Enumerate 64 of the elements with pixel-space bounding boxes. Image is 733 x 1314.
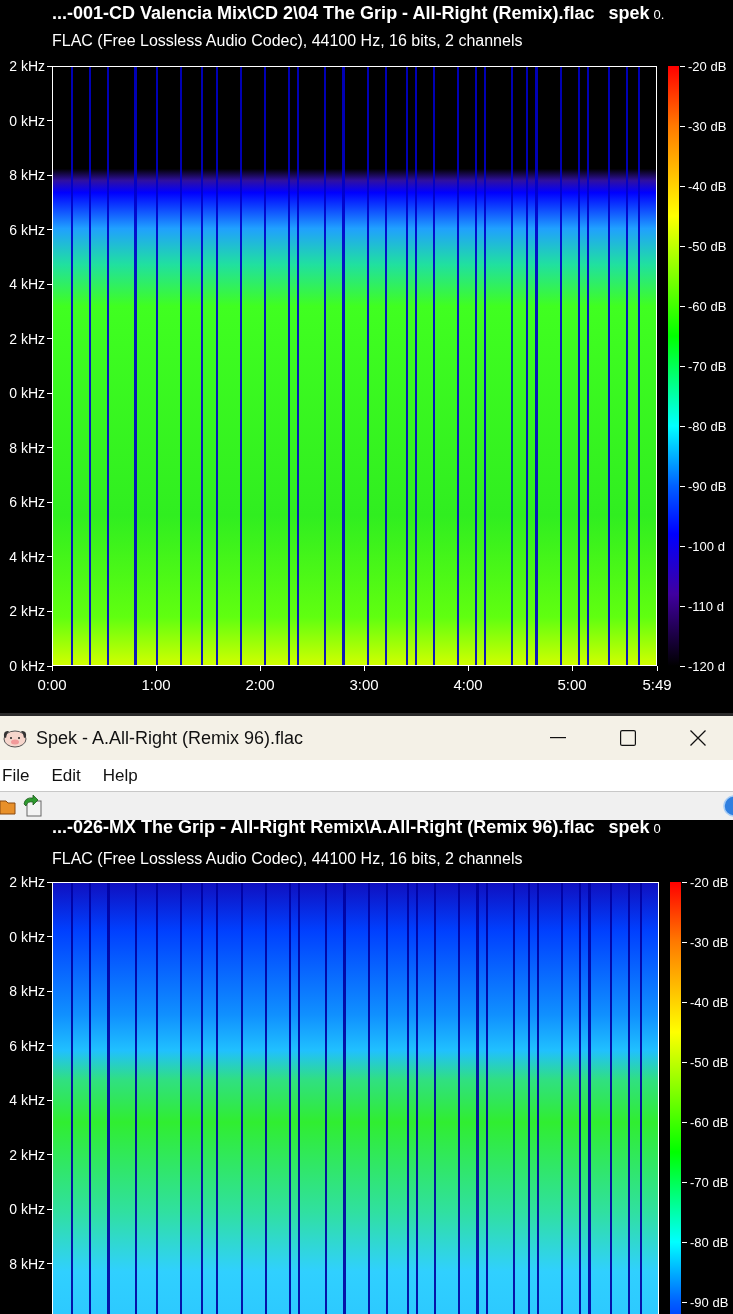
time-label: 0:00	[37, 676, 67, 693]
version-text: 0	[653, 820, 661, 836]
decibel-label: -30 dB	[688, 118, 727, 134]
close-icon	[690, 730, 706, 746]
frequency-label: 2 kHz	[9, 874, 45, 890]
time-label: 3:00	[349, 676, 379, 693]
frequency-label: 8 kHz	[9, 439, 45, 456]
file-info-text: FLAC (Free Lossless Audio Codec), 44100 Hz, 16 bits, 2 channels	[52, 32, 523, 50]
window-title: Spek - A.All-Right (Remix 96).flac	[36, 727, 305, 749]
menu-item[interactable]: Help	[100, 765, 150, 786]
decibel-label: -80 dB	[690, 1234, 729, 1250]
frequency-label: 0 kHz	[9, 112, 45, 129]
decibel-label: -40 dB	[690, 994, 729, 1010]
decibel-label: -30 dB	[690, 934, 729, 950]
minimize-icon	[550, 737, 566, 739]
spek-logo-text: spek	[608, 2, 650, 24]
file-path-title: ...-001-CD Valencia Mix\CD 2\04 The Grip - All-Right (Remix).flac	[52, 2, 595, 24]
decibel-label: -20 dB	[688, 58, 727, 74]
decibel-label: -90 dB	[688, 478, 727, 494]
decibel-label: -120 d	[688, 658, 725, 674]
decibel-label: -50 dB	[688, 238, 727, 254]
frequency-label: 6 kHz	[9, 221, 45, 238]
menu-item[interactable]: Edit	[49, 765, 93, 786]
frequency-label: 8 kHz	[9, 983, 45, 1000]
frequency-label: 2 kHz	[9, 1146, 45, 1163]
help-icon[interactable]	[723, 795, 733, 817]
decibel-label: -40 dB	[688, 178, 727, 194]
time-label: 2:00	[245, 676, 275, 693]
frequency-label: 4 kHz	[9, 276, 45, 293]
frequency-label: 0 kHz	[9, 928, 45, 945]
frequency-label: 2 kHz	[9, 330, 45, 347]
frequency-label: 0 kHz	[9, 1201, 45, 1218]
frequency-label: 8 kHz	[9, 1255, 45, 1272]
decibel-label: -50 dB	[690, 1054, 729, 1070]
decibel-label: -70 dB	[688, 358, 727, 374]
decibel-label: -100 d	[688, 538, 725, 554]
frequency-label: 0 kHz	[9, 385, 45, 402]
spek-logo-text: spek	[608, 820, 650, 838]
decibel-label: -80 dB	[688, 418, 727, 434]
pig-icon	[2, 728, 28, 748]
menu-item[interactable]: File	[0, 765, 42, 786]
frequency-label: 4 kHz	[9, 548, 45, 565]
decibel-label: -110 d	[688, 598, 724, 614]
frequency-label: 8 kHz	[9, 167, 45, 184]
version-text: 0.	[653, 6, 665, 22]
decibel-label: -20 dB	[690, 874, 729, 890]
maximize-icon	[620, 730, 636, 746]
frequency-label: 6 kHz	[9, 1037, 45, 1054]
file-path-title: ...-026-MX The Grip - All-Right Remix\A.All-Right (Remix 96).flac	[52, 820, 595, 838]
time-label: 5:49	[642, 676, 672, 693]
frequency-label: 2 kHz	[9, 603, 45, 620]
time-label: 5:00	[557, 676, 587, 693]
time-label: 1:00	[141, 676, 171, 693]
arrow-document-icon[interactable]	[21, 795, 43, 817]
frequency-label: 6 kHz	[9, 494, 45, 511]
file-info-text: FLAC (Free Lossless Audio Codec), 44100 Hz, 16 bits, 2 channels	[52, 850, 523, 868]
frequency-label: 0 kHz	[9, 658, 45, 674]
decibel-label: -60 dB	[688, 298, 727, 314]
decibel-label: -60 dB	[690, 1114, 729, 1130]
frequency-label: 4 kHz	[9, 1092, 45, 1109]
decibel-label: -90 dB	[690, 1294, 729, 1310]
decibel-label: -70 dB	[690, 1174, 729, 1190]
time-label: 4:00	[453, 676, 483, 693]
frequency-label: 2 kHz	[9, 58, 45, 74]
